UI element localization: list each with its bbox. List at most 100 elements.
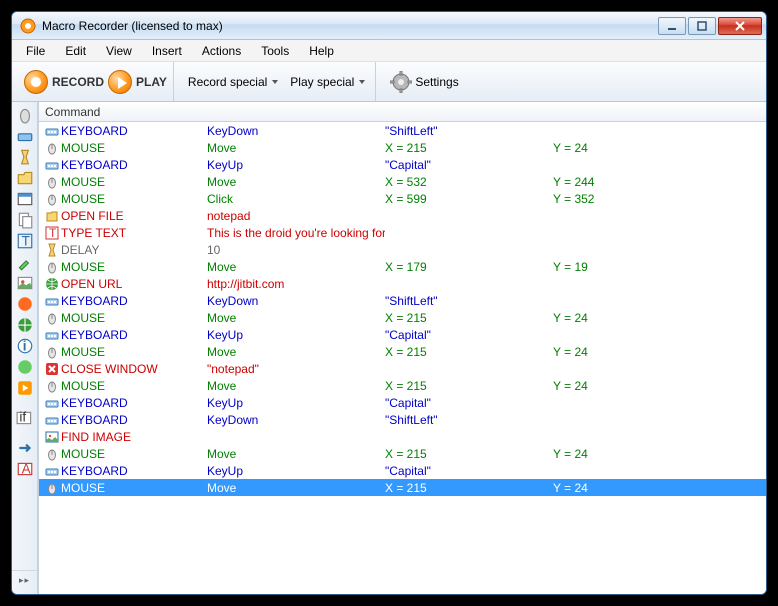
row-command: MOUSE — [61, 260, 207, 274]
row-command: KEYBOARD — [61, 328, 207, 342]
menu-help[interactable]: Help — [299, 40, 344, 61]
settings-label: Settings — [415, 75, 458, 89]
close-button[interactable] — [718, 17, 762, 35]
record-button[interactable]: RECORD — [24, 70, 104, 94]
record-special-label: Record special — [188, 75, 267, 89]
settings-button[interactable]: Settings — [386, 69, 462, 95]
table-row[interactable]: KEYBOARDKeyUp"Capital" — [39, 394, 766, 411]
table-row[interactable]: MOUSEClickX = 599Y = 352 — [39, 190, 766, 207]
sidebar-play-icon[interactable] — [16, 379, 34, 397]
chevron-down-icon — [272, 80, 278, 84]
sidebar-mouse-icon[interactable] — [16, 106, 34, 124]
row-action: notepad — [207, 209, 385, 223]
row-command: CLOSE WINDOW — [61, 362, 207, 376]
table-row[interactable]: MOUSEMoveX = 179Y = 19 — [39, 258, 766, 275]
menu-file[interactable]: File — [16, 40, 55, 61]
table-row[interactable]: OPEN FILEnotepad — [39, 207, 766, 224]
window-title: Macro Recorder (licensed to max) — [42, 19, 658, 33]
svg-text:if: if — [19, 409, 26, 424]
menu-edit[interactable]: Edit — [55, 40, 96, 61]
row-param1: X = 215 — [385, 345, 553, 359]
row-icon — [43, 447, 61, 461]
menu-view[interactable]: View — [96, 40, 142, 61]
menu-tools[interactable]: Tools — [251, 40, 299, 61]
row-param2: Y = 352 — [553, 192, 766, 206]
row-command: KEYBOARD — [61, 464, 207, 478]
row-action: KeyUp — [207, 464, 385, 478]
table-row[interactable]: KEYBOARDKeyUp"Capital" — [39, 156, 766, 173]
play-special-button[interactable]: Play special — [286, 73, 369, 91]
table-row[interactable]: DELAY10 — [39, 241, 766, 258]
chevron-down-icon — [359, 80, 365, 84]
table-row[interactable]: KEYBOARDKeyUp"Capital" — [39, 462, 766, 479]
row-command: MOUSE — [61, 192, 207, 206]
sidebar-url-icon[interactable] — [16, 316, 34, 334]
table-row[interactable]: OPEN URLhttp://jitbit.com — [39, 275, 766, 292]
row-action: KeyDown — [207, 124, 385, 138]
menu-actions[interactable]: Actions — [192, 40, 251, 61]
sidebar-delay-icon[interactable] — [16, 148, 34, 166]
sidebar-expand-grip[interactable]: ▸▸ — [12, 570, 37, 590]
sidebar-misc-icon[interactable] — [16, 358, 34, 376]
sidebar-eyedropper-icon[interactable] — [16, 253, 34, 271]
row-param1: X = 599 — [385, 192, 553, 206]
table-row[interactable]: CLOSE WINDOW"notepad" — [39, 360, 766, 377]
grid-rows: KEYBOARDKeyDown"ShiftLeft"MOUSEMoveX = 2… — [39, 122, 766, 496]
row-command: KEYBOARD — [61, 124, 207, 138]
row-action: Move — [207, 260, 385, 274]
table-row[interactable]: MOUSEMoveX = 215Y = 24 — [39, 139, 766, 156]
row-action: http://jitbit.com — [207, 277, 385, 291]
row-param2: Y = 24 — [553, 345, 766, 359]
row-param1: X = 215 — [385, 311, 553, 325]
sidebar-label-icon[interactable]: A — [16, 460, 34, 478]
row-command: MOUSE — [61, 175, 207, 189]
play-special-label: Play special — [290, 75, 354, 89]
table-row[interactable]: FIND IMAGE — [39, 428, 766, 445]
row-icon — [43, 260, 61, 274]
menu-insert[interactable]: Insert — [142, 40, 192, 61]
maximize-button[interactable] — [688, 17, 716, 35]
sidebar-window-icon[interactable] — [16, 190, 34, 208]
record-special-button[interactable]: Record special — [184, 73, 282, 91]
row-action: KeyUp — [207, 328, 385, 342]
table-row[interactable]: KEYBOARDKeyDown"ShiftLeft" — [39, 292, 766, 309]
table-row[interactable]: MOUSEMoveX = 532Y = 244 — [39, 173, 766, 190]
sidebar-openfile-icon[interactable] — [16, 169, 34, 187]
row-icon — [43, 124, 61, 138]
row-param1: "Capital" — [385, 464, 553, 478]
table-row[interactable]: MOUSEMoveX = 215Y = 24 — [39, 479, 766, 496]
row-action: Move — [207, 175, 385, 189]
table-row[interactable]: MOUSEMoveX = 215Y = 24 — [39, 445, 766, 462]
sidebar-record-icon[interactable] — [16, 295, 34, 313]
play-button[interactable]: PLAY — [108, 70, 167, 94]
row-icon — [43, 243, 61, 257]
table-row[interactable]: KEYBOARDKeyUp"Capital" — [39, 326, 766, 343]
row-command: MOUSE — [61, 345, 207, 359]
sidebar-findimage-icon[interactable] — [16, 274, 34, 292]
table-row[interactable]: TTYPE TEXTThis is the droid you're looki… — [39, 224, 766, 241]
row-action: Click — [207, 192, 385, 206]
sidebar-info-icon[interactable]: i — [16, 337, 34, 355]
minimize-button[interactable] — [658, 17, 686, 35]
row-action: Move — [207, 345, 385, 359]
sidebar-keyboard-icon[interactable] — [16, 127, 34, 145]
row-command: OPEN URL — [61, 277, 207, 291]
sidebar-if-icon[interactable]: if — [16, 409, 34, 427]
table-row[interactable]: MOUSEMoveX = 215Y = 24 — [39, 343, 766, 360]
row-action: KeyDown — [207, 294, 385, 308]
table-row[interactable]: MOUSEMoveX = 215Y = 24 — [39, 309, 766, 326]
svg-text:T: T — [49, 226, 57, 240]
row-command: MOUSE — [61, 311, 207, 325]
table-row[interactable]: KEYBOARDKeyDown"ShiftLeft" — [39, 122, 766, 139]
grid-header[interactable]: Command — [39, 102, 766, 122]
row-param1: "ShiftLeft" — [385, 294, 553, 308]
sidebar-clipboard-icon[interactable] — [16, 211, 34, 229]
sidebar-text-icon[interactable]: T — [16, 232, 34, 250]
sidebar-goto-icon[interactable] — [16, 439, 34, 457]
row-command: KEYBOARD — [61, 158, 207, 172]
toolbar: RECORD PLAY Record special Play special … — [12, 62, 766, 102]
table-row[interactable]: KEYBOARDKeyDown"ShiftLeft" — [39, 411, 766, 428]
table-row[interactable]: MOUSEMoveX = 215Y = 24 — [39, 377, 766, 394]
row-action: This is the droid you're looking for! — [207, 226, 385, 240]
row-action: Move — [207, 141, 385, 155]
